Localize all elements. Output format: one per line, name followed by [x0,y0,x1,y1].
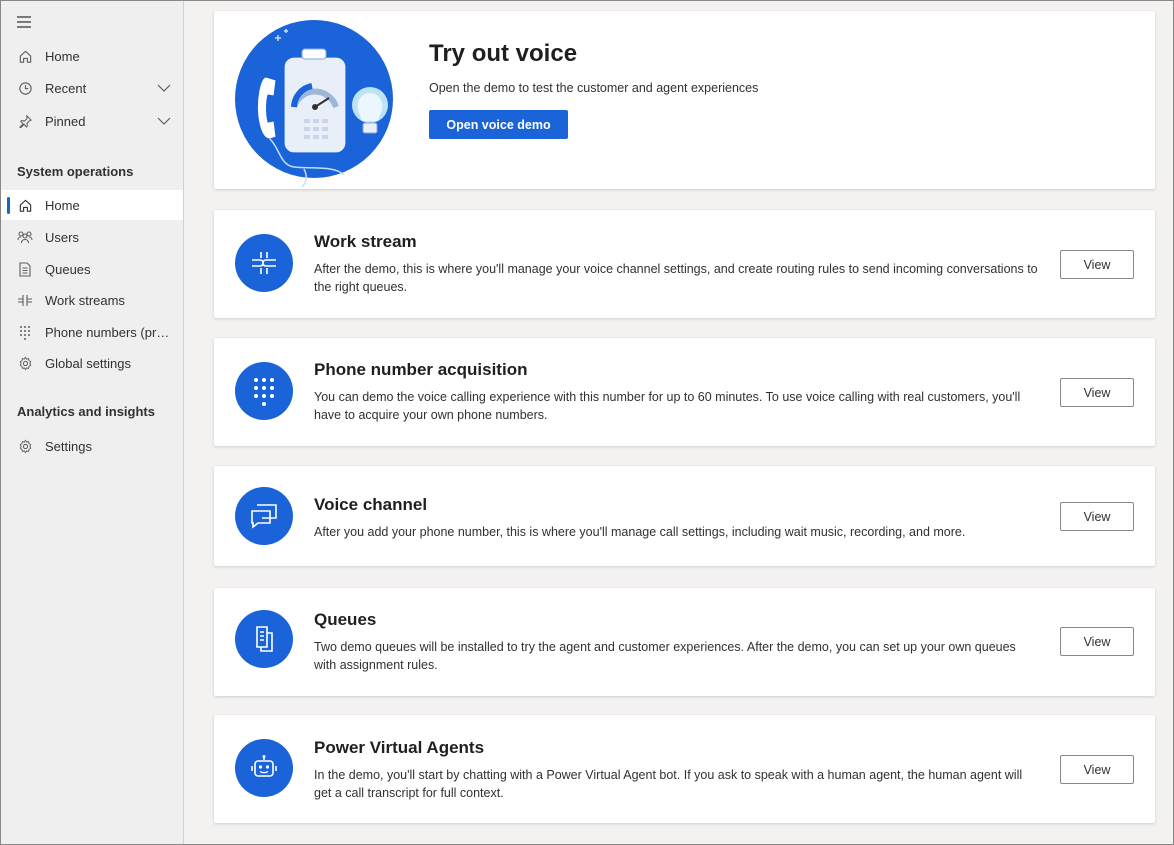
home-icon [17,48,33,64]
card-title: Work stream [314,232,417,251]
sidebar-item-label: Work streams [45,292,125,308]
home-icon [17,197,33,213]
bot-icon [235,739,293,797]
card-description: After the demo, this is where you'll man… [314,262,1038,294]
sidebar-item-label: Settings [45,438,92,454]
sidebar-item-settings[interactable]: Settings [1,431,183,461]
sidebar-item-label: Home [45,48,80,64]
gear-icon [17,355,33,371]
view-button[interactable]: View [1060,250,1134,279]
card-queues: Queues Two demo queues will be installed… [214,588,1155,696]
view-button[interactable]: View [1060,627,1134,656]
card-voice-channel: Voice channel After you add your phone n… [214,466,1155,566]
sidebar-item-label: Pinned [45,113,86,129]
section-title-analytics: Analytics and insights [17,404,155,419]
section-title-system-operations: System operations [17,164,134,179]
dialpad-icon [235,362,293,420]
card-description: After you add your phone number, this is… [314,525,966,539]
sidebar-item-phone-numbers[interactable]: Phone numbers (preview) [1,317,183,347]
card-title: Voice channel [314,495,428,514]
sidebar-item-queues[interactable]: Queues [1,254,183,284]
sidebar-item-label: Recent [45,80,87,96]
card-title: Phone number acquisition [314,360,528,379]
main-content: Try out voice Open the demo to test the … [184,1,1173,844]
chevron-down-icon[interactable] [157,81,171,95]
chat-icon [235,487,293,545]
pin-icon [17,113,33,129]
gear-icon [17,438,33,454]
sidebar-item-label: Users [45,229,79,245]
try-voice-card: Try out voice Open the demo to test the … [214,11,1155,189]
sidebar: Home Recent Pinned System operations Hom… [1,1,184,844]
view-button[interactable]: View [1060,755,1134,784]
card-description: You can demo the voice calling experienc… [314,390,1021,422]
sidebar-item-label: Home [45,197,80,213]
view-button[interactable]: View [1060,378,1134,407]
sidebar-item-label: Phone numbers (preview) [45,324,171,340]
voice-illustration [234,19,394,191]
workstream-icon [235,234,293,292]
sidebar-item-label: Queues [45,261,91,277]
sidebar-item-work-streams[interactable]: Work streams [1,285,183,315]
card-work-stream: Work stream After the demo, this is wher… [214,210,1155,318]
view-button[interactable]: View [1060,502,1134,531]
sidebar-item-home[interactable]: Home [1,190,183,220]
queues-icon [17,261,33,277]
app-window: Home Recent Pinned System operations Hom… [0,0,1174,845]
card-description: Two demo queues will be installed to try… [314,640,1016,672]
card-title: Queues [314,610,377,629]
open-voice-demo-button[interactable]: Open voice demo [429,110,568,139]
sidebar-item-label: Global settings [45,355,131,371]
card-phone-number-acquisition: Phone number acquisition You can demo th… [214,338,1155,446]
sidebar-item-users[interactable]: Users [1,222,183,252]
users-icon [17,229,33,245]
card-title: Power Virtual Agents [314,738,485,757]
sidebar-item-pinned[interactable]: Pinned [1,106,183,136]
sidebar-item-global-settings[interactable]: Global settings [1,348,183,378]
workstream-icon [17,292,33,308]
sidebar-item-recent[interactable]: Recent [1,73,183,103]
clock-icon [17,80,33,96]
hero-subtitle: Open the demo to test the customer and a… [429,81,759,95]
sidebar-item-home-top[interactable]: Home [1,41,183,71]
card-description: In the demo, you'll start by chatting wi… [314,768,1023,800]
hamburger-icon[interactable] [15,13,33,31]
queues-icon [235,610,293,668]
chevron-down-icon[interactable] [157,114,171,128]
card-power-virtual-agents: Power Virtual Agents In the demo, you'll… [214,715,1155,823]
hero-title: Try out voice [429,40,578,67]
dialpad-icon [17,324,33,340]
